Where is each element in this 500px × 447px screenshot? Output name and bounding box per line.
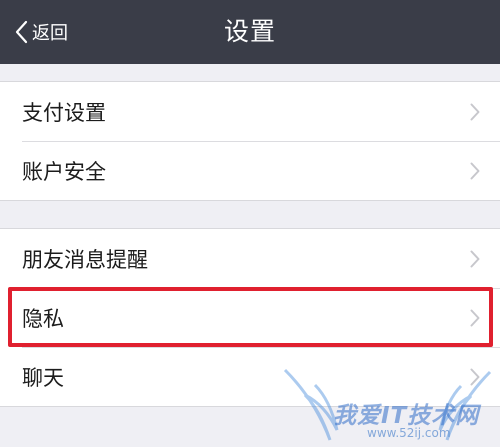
chevron-right-icon (470, 309, 480, 326)
settings-item-label: 聊天 (22, 365, 64, 390)
settings-item-label: 支付设置 (22, 100, 106, 125)
settings-item-label: 朋友消息提醒 (22, 247, 148, 272)
settings-group-general: 朋友消息提醒 隐私 聊天 (0, 228, 500, 407)
settings-item-friend-notifications[interactable]: 朋友消息提醒 (0, 229, 500, 288)
navigation-bar: 返回 设置 (0, 0, 500, 64)
settings-item-account-security[interactable]: 账户安全 (0, 141, 500, 200)
chevron-right-icon (470, 103, 480, 120)
settings-item-privacy[interactable]: 隐私 (0, 288, 500, 347)
settings-item-label: 账户安全 (22, 159, 106, 184)
page-title: 设置 (223, 17, 276, 46)
settings-group-account: 支付设置 账户安全 (0, 81, 500, 201)
chevron-right-icon (470, 162, 480, 179)
chevron-right-icon (470, 250, 480, 267)
watermark-url: www.52ij.com (367, 426, 451, 440)
settings-item-payment[interactable]: 支付设置 (0, 82, 500, 141)
settings-item-chat[interactable]: 聊天 (0, 347, 500, 406)
settings-item-label: 隐私 (22, 306, 64, 331)
chevron-right-icon (470, 368, 480, 385)
